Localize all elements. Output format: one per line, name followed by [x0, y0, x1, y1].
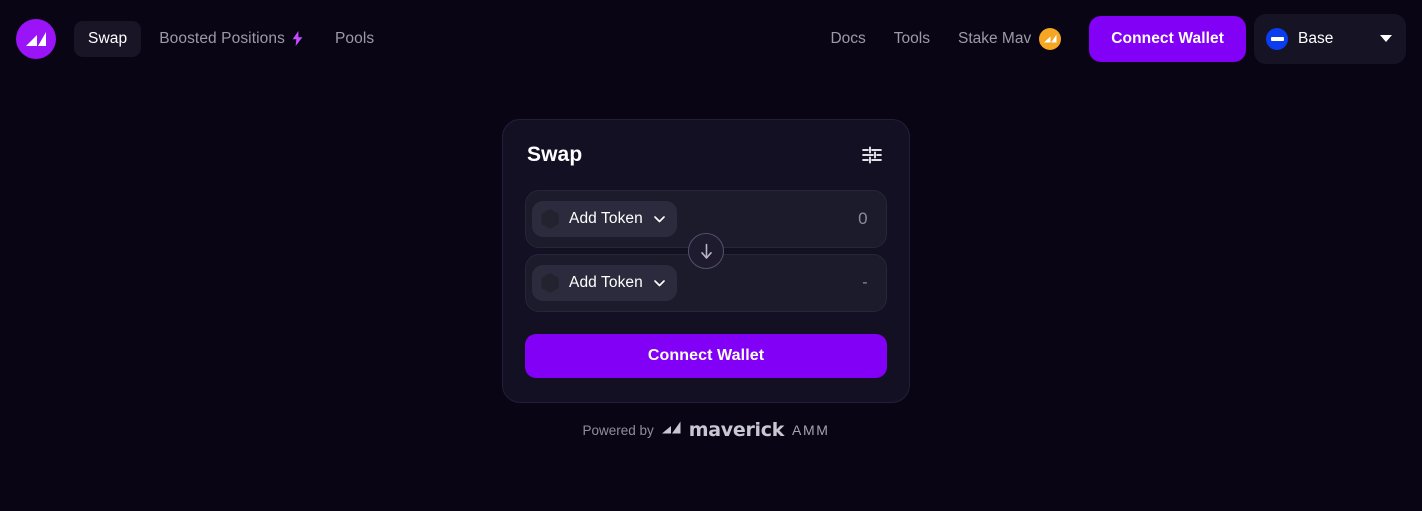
maverick-mountain-logo-icon[interactable] — [16, 18, 56, 59]
nav-item-label: Boosted Positions — [159, 29, 285, 47]
nav-link-docs[interactable]: Docs — [816, 21, 879, 57]
nav-link-label: Docs — [830, 29, 866, 47]
nav-item-label: Pools — [334, 29, 375, 47]
mav-coin-icon — [1039, 27, 1062, 50]
chevron-down-icon — [654, 279, 665, 287]
token-selector-label: Add Token — [569, 274, 643, 291]
primary-nav: Swap Boosted Positions Pools — [74, 20, 388, 57]
nav-link-tools[interactable]: Tools — [880, 21, 944, 57]
maverick-wordmark: maverick — [688, 419, 785, 441]
token-selector-label: Add Token — [569, 210, 643, 227]
nav-item-pools[interactable]: Pools — [321, 21, 388, 57]
connect-wallet-cta-button[interactable]: Connect Wallet — [525, 334, 887, 378]
lightning-bolt-icon — [292, 31, 303, 46]
chain-selector-label: Base — [1298, 29, 1334, 47]
base-chain-icon — [1266, 27, 1288, 50]
swap-card-title: Swap — [527, 143, 583, 166]
swap-amount-to: - — [862, 274, 868, 291]
token-selector-from[interactable]: Add Token — [532, 201, 677, 237]
nav-item-boosted-positions[interactable]: Boosted Positions — [145, 21, 317, 57]
nav-link-stake-mav[interactable]: Stake Mav — [944, 19, 1075, 59]
token-placeholder-icon — [541, 209, 559, 229]
powered-by-footer: Powered by maverick AMM — [502, 419, 910, 441]
amm-label: AMM — [792, 422, 830, 438]
swap-card-header: Swap — [525, 142, 887, 168]
swap-rows: Add Token 0 Add Token - — [525, 190, 887, 312]
nav-item-label: Swap — [88, 29, 128, 47]
chain-selector[interactable]: Base — [1254, 13, 1406, 64]
caret-down-icon — [1380, 35, 1392, 42]
swap-direction-button[interactable] — [688, 233, 724, 269]
swap-amount-from[interactable]: 0 — [858, 209, 868, 229]
app-header: Swap Boosted Positions Pools Docs Tools … — [0, 0, 1422, 77]
nav-item-swap[interactable]: Swap — [74, 20, 142, 57]
maverick-mountain-icon — [661, 421, 681, 439]
nav-link-label: Tools — [893, 29, 930, 47]
chevron-down-icon — [654, 215, 665, 223]
powered-by-label: Powered by — [582, 422, 654, 438]
nav-link-label: Stake Mav — [957, 29, 1032, 47]
swap-card: Swap Add Token 0 Add Token - Connect Wal… — [502, 119, 910, 403]
sliders-settings-icon[interactable] — [859, 142, 885, 168]
token-placeholder-icon — [541, 273, 559, 293]
token-selector-to[interactable]: Add Token — [532, 265, 677, 301]
secondary-nav: Docs Tools Stake Mav Connect Wallet Base — [816, 13, 1406, 64]
connect-wallet-header-button[interactable]: Connect Wallet — [1089, 15, 1246, 62]
